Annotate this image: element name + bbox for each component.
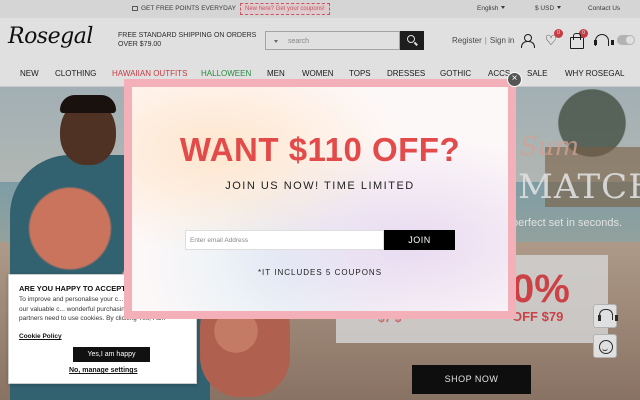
cookie-title: ARE YOU HAPPY TO ACCEPT bbox=[19, 284, 126, 293]
cookie-accept-button[interactable]: Yes,I am happy bbox=[73, 347, 150, 362]
modal-subtitle: JOIN US NOW! TIME LIMITED bbox=[225, 180, 415, 192]
modal-title: WANT $110 OFF? bbox=[179, 131, 461, 168]
email-field[interactable]: Enter email Address bbox=[185, 230, 384, 250]
join-button[interactable]: JOIN bbox=[384, 230, 455, 250]
signup-modal: WANT $110 OFF? JOIN US NOW! TIME LIMITED… bbox=[124, 79, 516, 319]
close-icon[interactable]: × bbox=[507, 72, 522, 87]
cookie-policy-link[interactable]: Cookie Policy bbox=[19, 333, 62, 340]
signup-modal-content: WANT $110 OFF? JOIN US NOW! TIME LIMITED… bbox=[132, 87, 508, 311]
cookie-manage-settings-link[interactable]: No, manage settings bbox=[69, 367, 137, 374]
modal-coupon-note: *IT INCLUDES 5 COUPONS bbox=[257, 268, 383, 277]
